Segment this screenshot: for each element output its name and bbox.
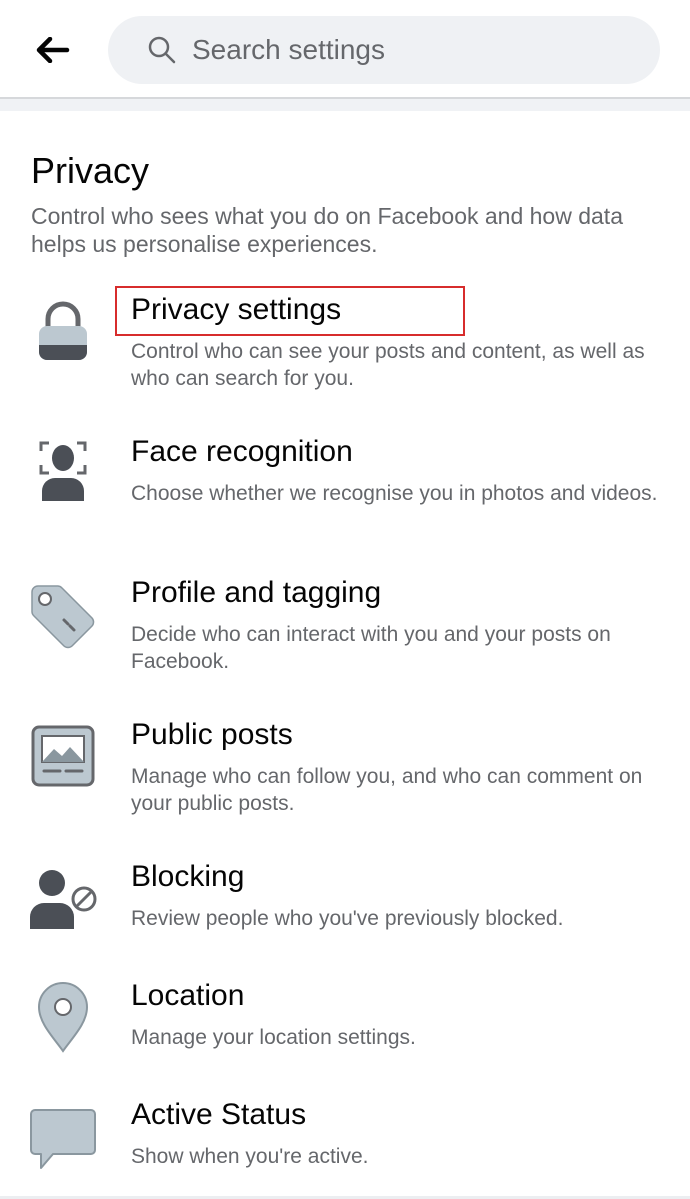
item-title: Profile and tagging — [131, 576, 382, 609]
item-subtitle: Review people who you've previously bloc… — [131, 907, 564, 930]
tag-icon — [28, 581, 98, 653]
section-separator — [0, 99, 690, 111]
face-recognition-icon — [28, 434, 98, 506]
top-bar — [0, 0, 690, 98]
location-pin-icon — [28, 981, 98, 1053]
arrow-left-icon — [36, 37, 70, 63]
blocked-user-icon — [28, 862, 98, 934]
menu-item-blocking[interactable]: Blocking Review people who you've previo… — [0, 857, 690, 947]
menu-item-public-posts[interactable]: Public posts Manage who can follow you, … — [0, 715, 690, 825]
item-subtitle: Decide who can interact with you and you… — [131, 623, 611, 673]
item-subtitle: Choose whether we recognise you in photo… — [131, 482, 658, 505]
item-title: Active Status — [131, 1098, 307, 1131]
section-title: Privacy — [31, 150, 150, 191]
item-title: Public posts — [131, 718, 293, 751]
section-description: Control who sees what you do on Facebook… — [31, 203, 623, 257]
menu-item-location[interactable]: Location Manage your location settings. — [0, 976, 690, 1066]
chat-bubble-icon — [28, 1103, 98, 1175]
item-title: Blocking — [131, 860, 245, 893]
item-subtitle: Control who can see your posts and conte… — [131, 340, 645, 390]
item-title: Location — [131, 979, 245, 1012]
item-subtitle: Manage who can follow you, and who can c… — [131, 765, 643, 815]
back-button[interactable] — [28, 26, 78, 74]
settings-page: Privacy Control who sees what you do on … — [0, 0, 690, 1199]
menu-item-face-recognition[interactable]: Face recognition Choose whether we recog… — [0, 432, 690, 542]
item-subtitle: Manage your location settings. — [131, 1026, 416, 1049]
public-post-icon — [28, 720, 98, 792]
search-input[interactable] — [192, 34, 612, 66]
item-title: Face recognition — [131, 435, 353, 468]
search-bar[interactable] — [108, 16, 660, 84]
search-icon — [146, 34, 178, 66]
menu-item-profile-tagging[interactable]: Profile and tagging Decide who can inter… — [0, 573, 690, 683]
item-subtitle: Show when you're active. — [131, 1145, 369, 1168]
menu-item-active-status[interactable]: Active Status Show when you're active. — [0, 1095, 690, 1185]
highlight-box — [115, 286, 465, 336]
lock-icon — [28, 295, 98, 367]
